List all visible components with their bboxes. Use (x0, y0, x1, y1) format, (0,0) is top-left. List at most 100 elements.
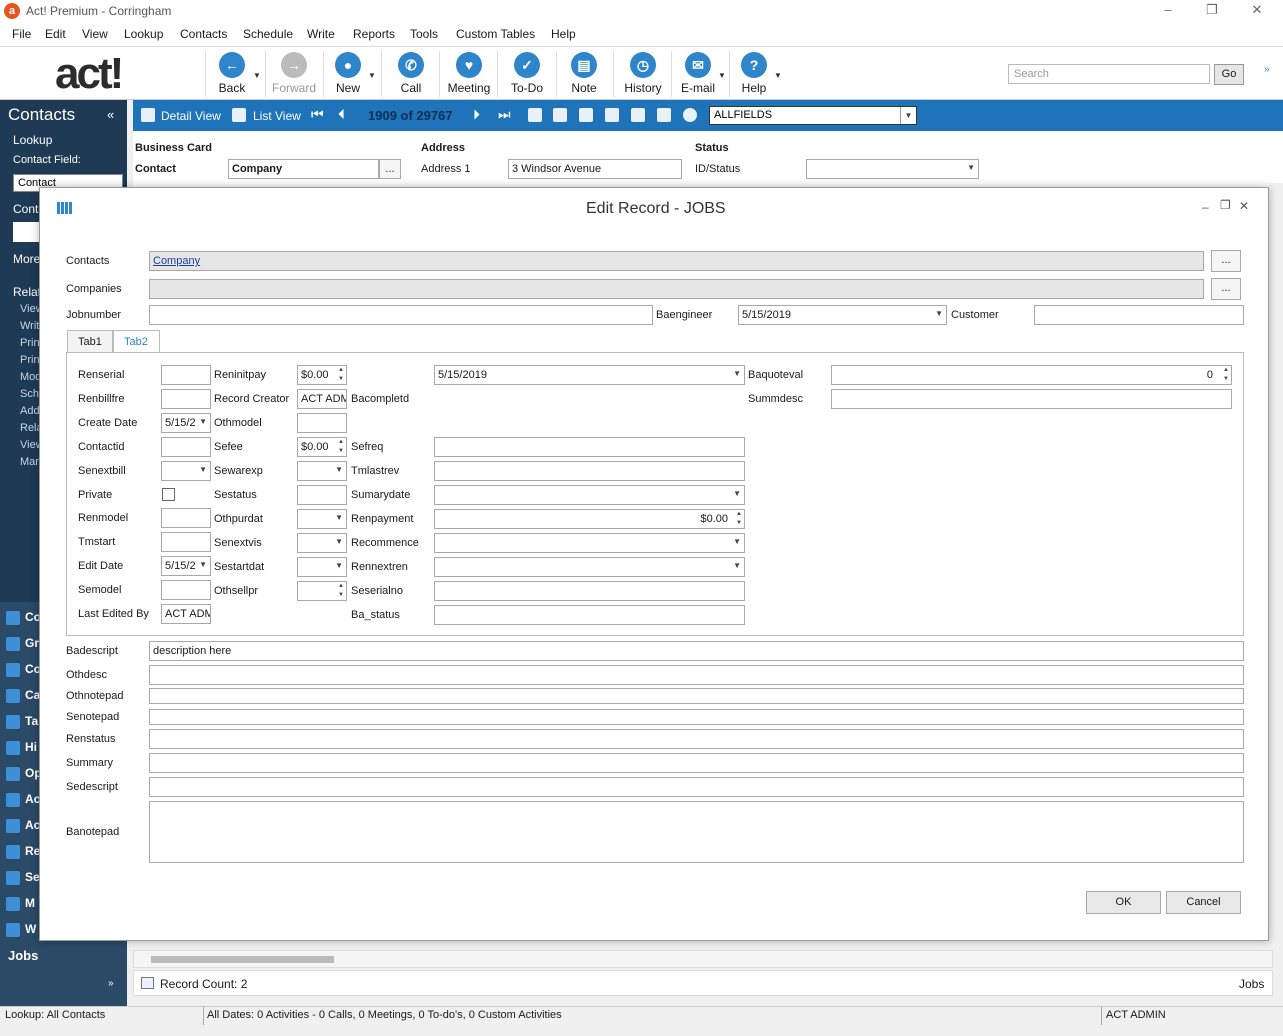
othdesc-input[interactable] (149, 665, 1244, 685)
summdesc-input[interactable] (831, 389, 1232, 409)
menu-help[interactable]: Help (551, 27, 576, 41)
task-link[interactable]: Sch (20, 388, 39, 400)
seserialno-input[interactable] (434, 581, 745, 601)
othmodel-input[interactable] (297, 413, 347, 433)
sefreq-input[interactable] (434, 437, 745, 457)
group-icon[interactable] (579, 108, 593, 122)
add-contact-icon[interactable] (631, 108, 645, 122)
close-button[interactable]: ✕ (1242, 1, 1272, 21)
help-dropdown-icon[interactable]: ▼ (774, 71, 782, 80)
horizontal-scrollbar[interactable] (133, 950, 1273, 968)
record-creator-input[interactable]: ACT ADM (297, 389, 347, 409)
field-filter-select[interactable]: ALLFIELDS ▼ (709, 106, 917, 125)
expand-modules-icon[interactable]: » (108, 978, 114, 989)
reninitpay-spinner[interactable]: $0.00 ▲ ▼ (297, 365, 347, 385)
tab-2[interactable]: Tab2 (113, 330, 160, 353)
sestatus-input[interactable] (297, 485, 347, 505)
contact-input[interactable]: Company (228, 159, 379, 179)
menu-contacts[interactable]: Contacts (180, 27, 227, 41)
email-dropdown-icon[interactable]: ▼ (718, 71, 726, 80)
address1-input[interactable]: 3 Windsor Avenue (508, 159, 682, 179)
new-button[interactable]: ● New (330, 49, 366, 99)
todo-button[interactable]: ✓ To-Do (507, 49, 547, 99)
task-link[interactable]: Writ (20, 320, 39, 332)
dialog-minimize-button[interactable]: – (1202, 200, 1209, 214)
contactid-input[interactable] (161, 437, 211, 457)
forward-button[interactable]: → Forward (270, 49, 318, 99)
create-date-input[interactable]: 5/15/2 ▼ (161, 413, 211, 433)
baquoteval-spinner[interactable]: 0 ▲ ▼ (831, 365, 1232, 385)
help-button[interactable]: ? Help (737, 49, 771, 99)
othsellpr-spinner[interactable]: ▲ ▼ (297, 581, 347, 601)
task-link[interactable]: Prin (20, 354, 40, 366)
companies-browse-button[interactable]: ... (1211, 278, 1241, 300)
sefee-spinner[interactable]: $0.00 ▲ ▼ (297, 437, 347, 457)
menu-custom-tables[interactable]: Custom Tables (456, 27, 535, 41)
next-record-icon[interactable]: ⏵ (473, 106, 480, 123)
rennextren-select[interactable]: ▼ (434, 557, 745, 577)
go-button[interactable]: Go (1214, 64, 1244, 85)
tab-1[interactable]: Tab1 (67, 330, 113, 352)
menu-edit[interactable]: Edit (45, 27, 66, 41)
minimize-button[interactable]: – (1153, 1, 1183, 21)
contact-browse-button[interactable]: ... (379, 159, 401, 179)
back-dropdown-icon[interactable]: ▼ (253, 71, 261, 80)
previous-record-icon[interactable]: ⏴ (338, 106, 345, 123)
restore-button[interactable]: ❐ (1197, 1, 1227, 21)
list-view-button[interactable]: List View (253, 109, 301, 123)
save-icon[interactable] (528, 108, 542, 122)
senextbill-select[interactable]: ▼ (161, 461, 211, 481)
recommence-select[interactable]: ▼ (434, 533, 745, 553)
search-input[interactable]: Search (1008, 64, 1210, 84)
expand-chevron-icon[interactable]: » (1264, 64, 1270, 75)
contacts-input[interactable]: Company (149, 251, 1204, 271)
renserial-input[interactable] (161, 365, 211, 385)
sestartdat-select[interactable]: ▼ (297, 557, 347, 577)
idstatus-select[interactable]: ▼ (806, 159, 979, 179)
menu-write[interactable]: Write (307, 27, 335, 41)
tmstart-input[interactable] (161, 532, 211, 552)
contacts-browse-button[interactable]: ... (1211, 250, 1241, 272)
meeting-button[interactable]: ♥ Meeting (446, 49, 492, 99)
renstatus-input[interactable] (149, 729, 1244, 749)
summary-input[interactable] (149, 753, 1244, 773)
companies-input[interactable] (149, 279, 1204, 299)
attach-icon[interactable] (657, 108, 671, 122)
more-link[interactable]: More (13, 252, 40, 266)
detail-view-button[interactable]: Detail View (161, 109, 221, 123)
menu-reports[interactable]: Reports (353, 27, 395, 41)
email-button[interactable]: ✉ E-mail (678, 49, 718, 99)
menu-file[interactable]: File (12, 27, 31, 41)
new-dropdown-icon[interactable]: ▼ (368, 71, 376, 80)
semodel-input[interactable] (161, 580, 211, 600)
jobnumber-input[interactable] (149, 305, 653, 325)
senextvis-select[interactable]: ▼ (297, 533, 347, 553)
sedescript-input[interactable] (149, 777, 1244, 797)
tmlastrev-input[interactable] (434, 461, 745, 481)
map-pin-icon[interactable] (683, 108, 697, 122)
renmodel-input[interactable] (161, 508, 211, 528)
edit-date-input[interactable]: 5/15/2 ▼ (161, 556, 211, 576)
ok-button[interactable]: OK (1086, 891, 1161, 914)
customer-input[interactable] (1034, 305, 1244, 325)
menu-lookup[interactable]: Lookup (124, 27, 163, 41)
menu-tools[interactable]: Tools (410, 27, 438, 41)
baengineer-date[interactable]: 5/15/2019 ▼ (738, 305, 947, 325)
menu-view[interactable]: View (82, 27, 108, 41)
badescript-input[interactable]: description here (149, 641, 1244, 661)
task-link[interactable]: Prin (20, 337, 40, 349)
othnotepad-input[interactable] (149, 688, 1244, 704)
scroll-thumb[interactable] (151, 956, 334, 963)
renpayment-spinner[interactable]: $0.00 ▲ ▼ (434, 509, 745, 529)
ba-status-input[interactable] (434, 605, 745, 625)
contacts-link[interactable]: Company (153, 255, 200, 267)
history-button[interactable]: ◷ History (620, 49, 666, 99)
banotepad-textarea[interactable] (149, 801, 1244, 863)
task-link[interactable]: Add (20, 405, 40, 417)
renbillfre-input[interactable] (161, 389, 211, 409)
contact-search-input[interactable] (13, 222, 39, 242)
call-button[interactable]: ✆ Call (393, 49, 429, 99)
dialog-maximize-button[interactable]: ❐ (1220, 198, 1231, 212)
note-button[interactable]: ▤ Note (566, 49, 602, 99)
collapse-chevron-icon[interactable]: « (107, 107, 114, 122)
